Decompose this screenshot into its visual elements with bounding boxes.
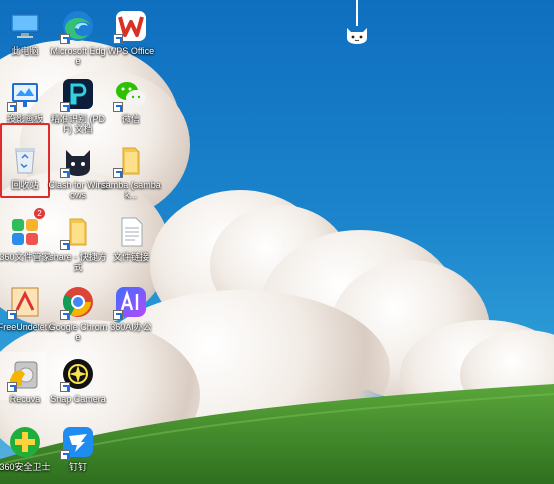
desktop-icon-edge[interactable]: Microsoft Edge: [48, 8, 108, 66]
shortcut-arrow-icon: [113, 102, 123, 112]
icon-label: FreeUndelete: [0, 322, 53, 332]
icon-label: 360AI办公: [110, 322, 152, 332]
desktop-icon-clash[interactable]: Clash for Windows: [48, 142, 108, 200]
cat-face-icon: [347, 28, 367, 44]
free-undelete-icon: [7, 284, 43, 320]
notification-badge: 2: [34, 208, 45, 219]
icon-label: 360文件管家: [0, 252, 51, 262]
icon-label: samba (sambak...: [101, 180, 161, 200]
file-manager-360-icon: 2: [7, 208, 45, 250]
shortcut-arrow-icon: [60, 102, 70, 112]
desktop-background: 此电脑 Microsoft Edge WPS Office 投影画板 精准识别 …: [0, 0, 554, 484]
document-icon: [113, 214, 149, 250]
desktop-icon-share-folder[interactable]: share - 快捷方式: [48, 214, 108, 272]
wechat-icon: [113, 76, 149, 112]
icon-label: 微信: [121, 114, 140, 124]
shortcut-arrow-icon: [7, 382, 17, 392]
pdf-reader-icon: [60, 76, 96, 112]
cat-string: [356, 0, 358, 26]
desktop-icon-projector-board[interactable]: 投影画板: [0, 76, 55, 124]
shortcut-arrow-icon: [60, 310, 70, 320]
edge-icon: [60, 8, 96, 44]
icon-label: Google Chrome: [48, 322, 108, 342]
desktop-icon-snap-camera[interactable]: Snap Camera: [48, 356, 108, 404]
icon-label: 回收站: [11, 180, 39, 190]
projector-board-icon: [7, 76, 43, 112]
desktop-icon-dingtalk[interactable]: 钉钉: [48, 424, 108, 472]
desktop-icon-recuva[interactable]: Recuva: [0, 356, 55, 404]
shortcut-arrow-icon: [60, 240, 70, 250]
desktop-icon-wps[interactable]: WPS Office: [101, 8, 161, 56]
shortcut-arrow-icon: [60, 168, 70, 178]
shortcut-arrow-icon: [7, 310, 17, 320]
shortcut-arrow-icon: [113, 310, 123, 320]
clash-cat-icon: [60, 142, 96, 178]
icon-label: Microsoft Edge: [50, 46, 106, 66]
shortcut-arrow-icon: [60, 382, 70, 392]
dingtalk-icon: [60, 424, 96, 460]
shortcut-arrow-icon: [113, 34, 123, 44]
snap-camera-icon: [60, 356, 96, 392]
computer-icon: [7, 8, 43, 44]
icon-label: WPS Office: [107, 46, 155, 56]
icon-label: Recuva: [9, 394, 41, 404]
icon-label: Clash for Windows: [48, 180, 108, 200]
folder-icon: [113, 142, 149, 178]
recuva-icon: [7, 356, 43, 392]
icon-label: 钉钉: [68, 462, 87, 472]
desktop-icon-pdf-reader[interactable]: 精准识别 (PDF) 文档: [48, 76, 108, 134]
desktop-icon-document-link[interactable]: 文件链接: [101, 214, 161, 262]
icon-label: 此电脑: [11, 46, 39, 56]
hanging-cat-widget[interactable]: [345, 0, 369, 48]
desktop-icon-360ai-office[interactable]: 360AI办公: [101, 284, 161, 332]
icon-label: 360安全卫士: [0, 462, 51, 472]
desktop-icon-samba-folder[interactable]: samba (sambak...: [101, 142, 161, 200]
ai-office-icon: [113, 284, 149, 320]
chrome-icon: [60, 284, 96, 320]
security-360-icon: [7, 424, 43, 460]
shortcut-arrow-icon: [113, 168, 123, 178]
shortcut-arrow-icon: [60, 450, 70, 460]
desktop-icon-recycle-bin[interactable]: 回收站: [0, 142, 55, 190]
desktop-icon-wechat[interactable]: 微信: [101, 76, 161, 124]
icon-label: share - 快捷方式: [49, 252, 107, 272]
desktop-icon-chrome[interactable]: Google Chrome: [48, 284, 108, 342]
desktop-icon-freeundelete[interactable]: FreeUndelete: [0, 284, 55, 332]
desktop-icon-this-pc[interactable]: 此电脑: [0, 8, 55, 56]
shortcut-arrow-icon: [7, 102, 17, 112]
folder-shortcut-icon: [60, 214, 96, 250]
desktop-icon-360-security[interactable]: 360安全卫士: [0, 424, 55, 472]
shortcut-arrow-icon: [60, 34, 70, 44]
desktop-icon-360-file-manager[interactable]: 2 360文件管家: [0, 208, 55, 262]
icon-label: 文件链接: [112, 252, 149, 262]
icon-label: Snap Camera: [50, 394, 106, 404]
wps-icon: [113, 8, 149, 44]
recycle-bin-icon: [7, 142, 43, 178]
icon-label: 精准识别 (PDF) 文档: [50, 114, 105, 134]
